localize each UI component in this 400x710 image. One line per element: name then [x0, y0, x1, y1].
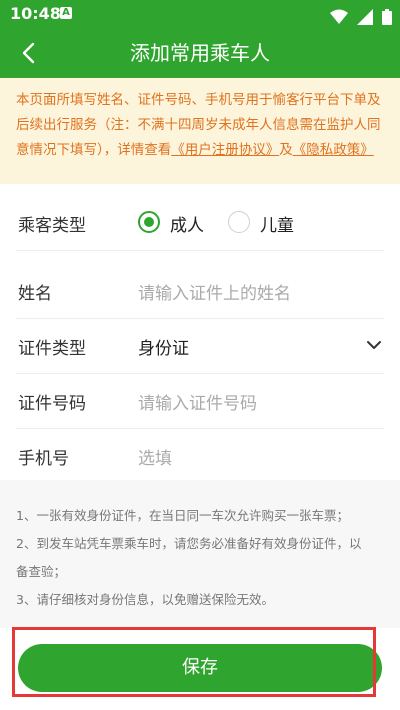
- navigation-bar: 添加常用乘车人: [0, 28, 400, 78]
- name-row: 姓名 请输入证件上的姓名: [16, 264, 384, 319]
- notice-and: 及: [279, 142, 293, 158]
- id-type-select[interactable]: 身份证: [138, 334, 189, 359]
- save-button[interactable]: 保存: [18, 644, 382, 692]
- status-time: 10:48: [10, 4, 61, 23]
- phone-label: 手机号: [18, 449, 69, 469]
- tip-line: 3、请仔细核对身份信息，以免赠送保险无效。: [16, 592, 274, 607]
- privacy-policy-link[interactable]: 《隐私政策》: [293, 142, 374, 158]
- radio-child-label: 儿童: [260, 216, 294, 236]
- tip-line: 备查验；: [16, 564, 67, 579]
- phone-input[interactable]: 选填: [138, 444, 172, 469]
- id-type-row[interactable]: 证件类型 身份证: [16, 319, 384, 374]
- id-number-row: 证件号码 请输入证件号码: [16, 374, 384, 429]
- tip-line: 1、一张有效身份证件，在当日同一车次允许购买一张车票；: [16, 508, 349, 523]
- radio-unchecked-icon: [228, 211, 250, 233]
- user-agreement-link[interactable]: 《用户注册协议》: [171, 142, 279, 158]
- tip-line: 2、到发车站凭车票乘车时，请您务必准备好有效身份证件，以: [16, 536, 362, 551]
- name-label: 姓名: [18, 284, 52, 304]
- id-type-label: 证件类型: [18, 339, 86, 359]
- passenger-type-row: 乘客类型 成人 儿童: [16, 196, 384, 251]
- name-input[interactable]: 请输入证件上的姓名: [138, 279, 291, 304]
- status-bar: 10:48 A: [0, 0, 400, 28]
- radio-adult-label: 成人: [170, 216, 204, 236]
- wifi-icon: [329, 9, 348, 24]
- battery-icon: [382, 8, 392, 25]
- purchase-tips: 1、一张有效身份证件，在当日同一车次允许购买一张车票； 2、到发车站凭车票乘车时…: [0, 480, 400, 628]
- phone-row: 手机号 选填: [16, 429, 384, 484]
- radio-checked-icon: [138, 211, 160, 233]
- signal-icon: [356, 8, 373, 25]
- id-number-input[interactable]: 请输入证件号码: [138, 389, 257, 414]
- page-title: 添加常用乘车人: [130, 41, 270, 65]
- app-notification-icon: A: [60, 7, 72, 19]
- privacy-notice: 本页面所填写姓名、证件号码、手机号用于愉客行平台下单及后续出行服务（注：不满十四…: [0, 78, 400, 184]
- status-icons: [326, 6, 392, 25]
- chevron-down-icon[interactable]: [366, 337, 382, 353]
- id-number-label: 证件号码: [18, 394, 86, 414]
- passenger-type-label: 乘客类型: [18, 216, 86, 236]
